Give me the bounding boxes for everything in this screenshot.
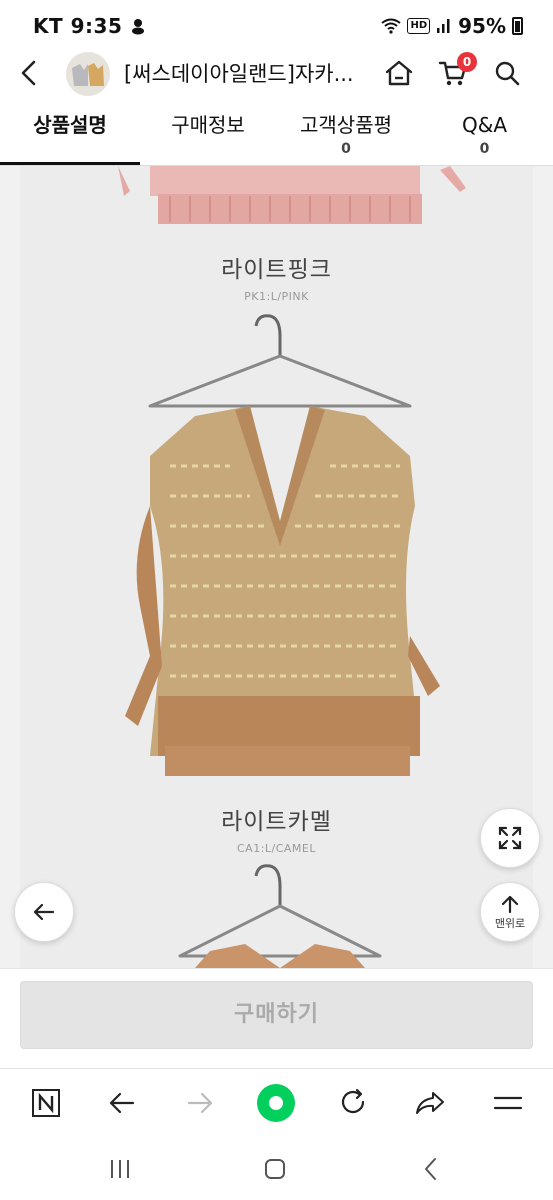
back-float-button[interactable] — [14, 882, 74, 942]
tab-qna[interactable]: Q&A 0 — [416, 108, 553, 166]
share-icon — [416, 1092, 444, 1114]
menu-icon — [493, 1096, 523, 1110]
product-detail-content[interactable]: 라이트핑크 PK1:L/PINK 라이트카멜 CA1:L/CAMEL 맨위로 — [0, 166, 553, 968]
expand-button[interactable] — [480, 808, 540, 868]
green-dot-button[interactable] — [256, 1083, 296, 1123]
tab-count: 0 — [479, 141, 490, 157]
search-icon — [495, 61, 520, 86]
recents-button[interactable] — [105, 1154, 135, 1184]
naver-home-button[interactable] — [26, 1083, 66, 1123]
browser-toolbar — [0, 1068, 553, 1138]
menu-button[interactable] — [488, 1083, 528, 1123]
tab-description[interactable]: 상품설명 — [0, 108, 140, 166]
product-thumbnail[interactable] — [66, 52, 110, 96]
scroll-to-top-button[interactable]: 맨위로 — [480, 882, 540, 942]
system-back-button[interactable] — [416, 1154, 446, 1184]
tab-count: 0 — [341, 141, 351, 157]
buy-button[interactable]: 구매하기 — [20, 981, 533, 1049]
tab-label: 고객상품평 — [300, 113, 392, 137]
product-code: PK1:L/PINK — [244, 290, 309, 303]
product-caption-pink: 라이트핑크 PK1:L/PINK — [0, 250, 553, 303]
search-button[interactable] — [490, 56, 524, 90]
clock: 9:35 — [70, 14, 123, 38]
active-tab-indicator — [0, 162, 140, 165]
battery-percent: 95% — [458, 14, 506, 38]
expand-arrows-icon — [498, 826, 522, 850]
tab-bar: 상품설명 구매정보 고객상품평 0 Q&A 0 — [0, 108, 553, 166]
camel-vest-image — [125, 314, 440, 776]
page-title: [써스데이아일랜드]자카... — [124, 62, 354, 86]
product-name: 라이트카멜 — [221, 809, 332, 835]
naver-n-icon — [32, 1089, 60, 1117]
chevron-left-icon — [425, 1158, 436, 1180]
browser-back-button[interactable] — [102, 1083, 142, 1123]
scroll-top-label: 맨위로 — [494, 916, 526, 930]
green-dot-icon — [257, 1084, 295, 1122]
cart-count-badge: 0 — [457, 52, 477, 72]
product-name: 라이트핑크 — [221, 257, 332, 283]
system-nav-bar — [0, 1138, 553, 1200]
reload-icon — [341, 1088, 365, 1114]
forward-icon — [187, 1092, 213, 1114]
home-icon — [385, 60, 413, 86]
left-arrow-icon — [33, 903, 55, 921]
product-code: CA1:L/CAMEL — [236, 842, 317, 855]
system-home-button[interactable] — [260, 1154, 290, 1184]
recents-icon — [111, 1160, 129, 1178]
back-icon — [109, 1092, 135, 1114]
carrier: KT — [33, 14, 64, 38]
app-header: [써스데이아일랜드]자카... 0 — [0, 52, 553, 98]
share-button[interactable] — [410, 1083, 450, 1123]
tab-reviews[interactable]: 고객상품평 0 — [276, 108, 416, 166]
tab-label: Q&A — [461, 113, 508, 137]
tab-label: 상품설명 — [33, 113, 107, 137]
tab-purchase-info[interactable]: 구매정보 — [140, 108, 276, 166]
pink-vest-image — [118, 166, 466, 224]
reload-button[interactable] — [334, 1083, 374, 1123]
back-button[interactable] — [12, 56, 46, 90]
purchase-bar: 구매하기 — [0, 968, 553, 1068]
product-caption-camel: 라이트카멜 CA1:L/CAMEL — [0, 802, 553, 855]
status-right: HD 95% — [381, 14, 523, 38]
signal-icon — [437, 19, 450, 33]
next-vest-image — [178, 864, 382, 968]
hd-badge: HD — [407, 18, 431, 34]
status-left: KT 9:35 — [33, 14, 146, 38]
up-arrow-icon — [501, 895, 519, 913]
battery-icon — [512, 17, 523, 35]
home-button-icon — [265, 1159, 285, 1179]
browser-forward-button[interactable] — [180, 1083, 220, 1123]
notification-icon — [131, 19, 144, 35]
wifi-icon — [381, 18, 402, 34]
tab-label: 구매정보 — [171, 113, 245, 137]
status-bar: KT 9:35 HD 95% — [0, 0, 553, 52]
home-button[interactable] — [382, 56, 416, 90]
back-arrow-icon — [21, 60, 36, 86]
